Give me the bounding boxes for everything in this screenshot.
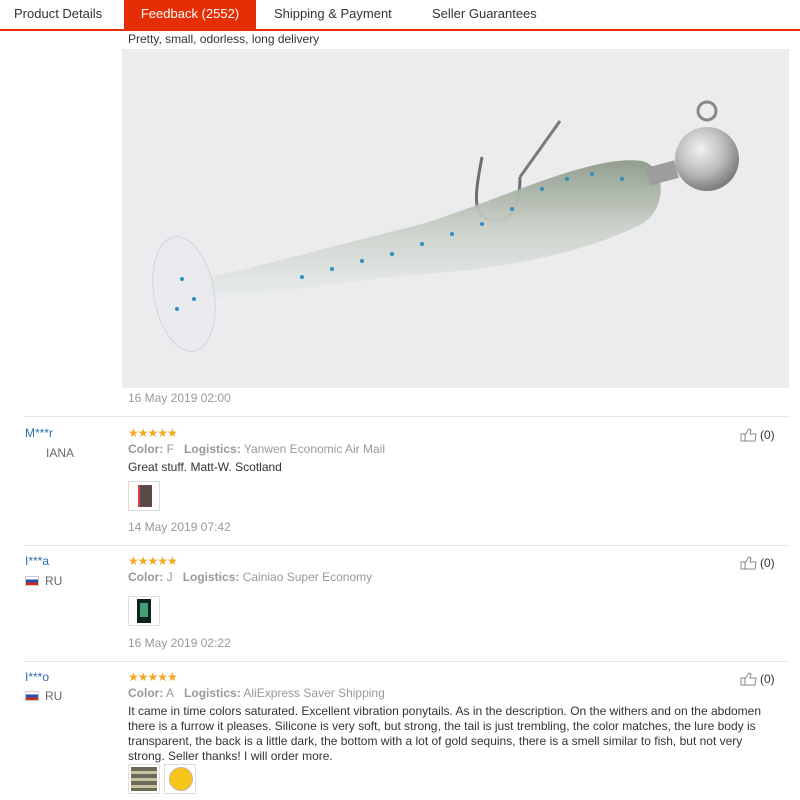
reviewer-name: I***a bbox=[25, 554, 50, 568]
thumbs-up-icon bbox=[740, 556, 757, 570]
color-label: Color: bbox=[128, 686, 164, 700]
tab-shipping-payment[interactable]: Shipping & Payment bbox=[274, 0, 392, 29]
reviewer-country: RU bbox=[25, 574, 62, 588]
tab-product-details[interactable]: Product Details bbox=[14, 0, 102, 29]
like-count: (0) bbox=[760, 556, 775, 570]
like-count: (0) bbox=[760, 428, 775, 442]
color-value: A bbox=[166, 686, 175, 700]
review-photo[interactable] bbox=[122, 49, 789, 388]
logistics-value: Yanwen Economic Air Mail bbox=[243, 442, 385, 456]
like-count: (0) bbox=[760, 672, 775, 686]
tab-seller-guarantees[interactable]: Seller Guarantees bbox=[432, 0, 537, 29]
review-text: Great stuff. Matt-W. Scotland bbox=[128, 460, 282, 474]
logistics-value: Cainiao Super Economy bbox=[242, 570, 373, 584]
thumbs-up-icon bbox=[740, 672, 757, 686]
color-label: Color: bbox=[128, 570, 164, 584]
review-text: Pretty, small, odorless, long delivery bbox=[128, 32, 320, 46]
review-photo-thumb[interactable] bbox=[128, 596, 160, 626]
review-date: 14 May 2019 07:42 bbox=[128, 520, 231, 534]
color-value: F bbox=[166, 442, 175, 456]
rating-stars: ★★★★★ bbox=[128, 426, 178, 440]
review-photo-thumb[interactable] bbox=[128, 764, 160, 794]
logistics-label: Logistics: bbox=[182, 570, 240, 584]
like-button[interactable]: (0) bbox=[740, 556, 775, 570]
rating-stars: ★★★★★ bbox=[128, 670, 178, 684]
color-value: J bbox=[166, 570, 173, 584]
review-photo-thumb[interactable] bbox=[164, 764, 196, 794]
divider bbox=[24, 661, 790, 662]
reviewer-name: I***o bbox=[25, 670, 50, 684]
divider bbox=[24, 545, 790, 546]
reviewer-country: IANA bbox=[46, 446, 75, 460]
review-photo-thumb[interactable] bbox=[128, 481, 160, 511]
review-date: 16 May 2019 02:00 bbox=[128, 391, 231, 405]
like-button[interactable]: (0) bbox=[740, 672, 775, 686]
logistics-label: Logistics: bbox=[184, 442, 241, 456]
review-meta: Color: F Logistics: Yanwen Economic Air … bbox=[128, 442, 385, 456]
fishing-lure-image bbox=[152, 100, 739, 352]
thumbs-up-icon bbox=[740, 428, 757, 442]
logistics-label: Logistics: bbox=[184, 686, 241, 700]
like-button[interactable]: (0) bbox=[740, 428, 775, 442]
russia-flag-icon bbox=[25, 576, 39, 586]
review-meta: Color: J Logistics: Cainiao Super Econom… bbox=[128, 570, 372, 584]
divider bbox=[24, 416, 790, 417]
reviewer-country: RU bbox=[25, 689, 62, 703]
reviewer-name: M***r bbox=[25, 426, 54, 440]
review-text: It came in time colors saturated. Excell… bbox=[128, 704, 762, 763]
logistics-value: AliExpress Saver Shipping bbox=[243, 686, 385, 700]
review-date: 16 May 2019 02:22 bbox=[128, 636, 231, 650]
review-meta: Color: A Logistics: AliExpress Saver Shi… bbox=[128, 686, 385, 700]
rating-stars: ★★★★★ bbox=[128, 554, 178, 568]
tab-feedback[interactable]: Feedback (2552) bbox=[124, 0, 256, 29]
color-label: Color: bbox=[128, 442, 164, 456]
tab-bar: Product Details Feedback (2552) Shipping… bbox=[0, 0, 800, 31]
russia-flag-icon bbox=[25, 691, 39, 701]
